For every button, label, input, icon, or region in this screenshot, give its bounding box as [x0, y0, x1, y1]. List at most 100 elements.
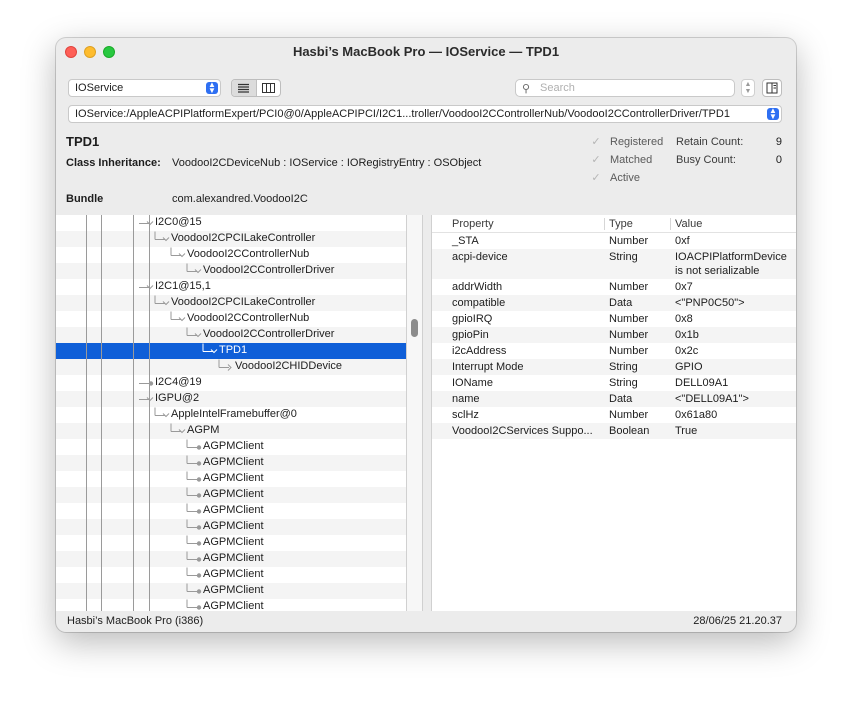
- property-name: addrWidth: [452, 281, 503, 293]
- column-header-property[interactable]: Property: [452, 218, 494, 230]
- property-value: 0xf: [675, 235, 690, 247]
- property-name: acpi-device: [452, 251, 508, 263]
- property-type: Data: [609, 297, 633, 309]
- properties-table[interactable]: Property Type Value _STA Number 0xf acpi-de…: [431, 215, 796, 611]
- property-row[interactable]: compatible Data <"PNP0C50">: [432, 295, 796, 311]
- busy-count: Busy Count: 0: [676, 154, 782, 166]
- checkmark-icon: ✓: [591, 172, 601, 184]
- retain-count-label: Retain Count:: [676, 136, 744, 148]
- property-row[interactable]: sclHz Number 0x61a80: [432, 407, 796, 423]
- search-input[interactable]: [540, 81, 710, 95]
- property-row[interactable]: Interrupt Mode String GPIO: [432, 359, 796, 375]
- property-row[interactable]: gpioPin Number 0x1b: [432, 327, 796, 343]
- property-type: Number: [609, 345, 649, 357]
- property-name: VoodooI2CServices Suppo...: [452, 425, 593, 437]
- column-view-icon[interactable]: [257, 80, 281, 96]
- title-bar: Hasbi’s MacBook Pro — IOService — TPD1: [56, 38, 796, 66]
- property-type: Number: [609, 409, 649, 421]
- search-icon: ⚲: [522, 83, 531, 95]
- path-select[interactable]: IOService:/AppleACPIPlatformExpert/PCI0@…: [68, 105, 782, 123]
- property-name: gpioPin: [452, 329, 489, 341]
- matched-label: Matched: [610, 154, 653, 166]
- column-header-value[interactable]: Value: [675, 218, 702, 230]
- property-value: <"DELL09A1">: [675, 393, 749, 405]
- property-name: i2cAddress: [452, 345, 507, 357]
- property-type: String: [609, 361, 638, 373]
- matched-checkbox: ✓ Matched: [590, 154, 652, 166]
- property-type: String: [609, 251, 638, 263]
- class-inheritance-label: Class Inheritance:: [66, 157, 161, 169]
- property-row[interactable]: _STA Number 0xf: [432, 233, 796, 249]
- property-row[interactable]: addrWidth Number 0x7: [432, 279, 796, 295]
- busy-count-label: Busy Count:: [676, 154, 736, 166]
- search-field[interactable]: ⚲: [515, 79, 735, 97]
- retain-count: Retain Count: 9: [676, 136, 782, 148]
- property-value: 0x2c: [675, 345, 699, 357]
- property-value: DELL09A1: [675, 377, 729, 389]
- bundle-label: Bundle: [66, 193, 104, 205]
- property-type: String: [609, 377, 638, 389]
- property-type: Number: [609, 281, 649, 293]
- plane-select-value: IOService: [75, 82, 124, 94]
- property-type: Number: [609, 313, 649, 325]
- checkmark-icon: ✓: [591, 136, 601, 148]
- property-row[interactable]: IOName String DELL09A1: [432, 375, 796, 391]
- property-type: Data: [609, 393, 633, 405]
- property-name: Interrupt Mode: [452, 361, 524, 373]
- column-header-type[interactable]: Type: [609, 218, 633, 230]
- property-value: 0x8: [675, 313, 693, 325]
- property-name: sclHz: [452, 409, 479, 421]
- status-machine: Hasbi’s MacBook Pro (i386): [67, 615, 204, 627]
- property-name: name: [452, 393, 480, 405]
- property-value: <"PNP0C50">: [675, 297, 745, 309]
- popup-arrows-icon: ▲ ▼: [767, 107, 779, 121]
- property-value-line2: is not serializable: [675, 265, 760, 277]
- checkmark-icon: ✓: [591, 154, 601, 166]
- busy-count-value: 0: [775, 154, 782, 166]
- property-type: Number: [609, 235, 649, 247]
- class-inheritance-value: VoodooI2CDeviceNub : IOService : IORegis…: [172, 157, 482, 169]
- property-row[interactable]: acpi-device String IOACPIPlatformDevice is …: [432, 249, 796, 279]
- property-value: GPIO: [675, 361, 703, 373]
- column-separator[interactable]: [670, 218, 671, 230]
- tree-scrollbar[interactable]: [407, 215, 423, 611]
- property-type: Number: [609, 329, 649, 341]
- column-separator[interactable]: [604, 218, 605, 230]
- property-value: 0x7: [675, 281, 693, 293]
- tree-connector-lines: [86, 215, 232, 611]
- property-value: 0x61a80: [675, 409, 718, 421]
- property-name: compatible: [452, 297, 506, 309]
- property-type: Boolean: [609, 425, 650, 437]
- path-value: IOService:/AppleACPIPlatformExpert/PCI0@…: [75, 108, 730, 120]
- property-row[interactable]: name Data <"DELL09A1">: [432, 391, 796, 407]
- view-mode-control[interactable]: [231, 79, 281, 97]
- status-timestamp: 28/06/25 21.20.37: [693, 615, 782, 627]
- list-view-icon[interactable]: [232, 80, 257, 96]
- property-row[interactable]: i2cAddress Number 0x2c: [432, 343, 796, 359]
- retain-count-value: 9: [775, 136, 782, 148]
- property-value: IOACPIPlatformDevice: [675, 251, 787, 263]
- property-name: _STA: [452, 235, 479, 247]
- registered-label: Registered: [610, 136, 664, 148]
- object-name: TPD1: [66, 134, 100, 149]
- scrollbar-thumb[interactable]: [411, 319, 418, 337]
- bundle-value: com.alexandred.VoodooI2C: [172, 193, 308, 205]
- plane-select[interactable]: IOService ▲ ▼: [68, 79, 221, 97]
- popup-arrows-icon: ▲ ▼: [206, 81, 218, 95]
- search-stepper[interactable]: ▲ ▼: [741, 79, 755, 97]
- property-value: 0x1b: [675, 329, 699, 341]
- property-row[interactable]: VoodooI2CServices Suppo... Boolean True: [432, 423, 796, 439]
- active-label: Active: [610, 172, 640, 184]
- property-name: IOName: [452, 377, 493, 389]
- registry-tree[interactable]: I2C0@15 VoodooI2CPCILakeController VoodooI…: [56, 215, 407, 611]
- active-checkbox: ✓ Active: [590, 172, 640, 184]
- inspector-icon: [766, 82, 778, 94]
- ioreg-window: Hasbi’s MacBook Pro — IOService — TPD1 I…: [56, 38, 796, 632]
- property-value: True: [675, 425, 698, 437]
- properties-header: Property Type Value: [432, 215, 796, 233]
- property-row[interactable]: gpioIRQ Number 0x8: [432, 311, 796, 327]
- property-name: gpioIRQ: [452, 313, 493, 325]
- registered-checkbox: ✓ Registered: [590, 136, 663, 148]
- window-title: Hasbi’s MacBook Pro — IOService — TPD1: [292, 44, 560, 59]
- inspector-button[interactable]: [762, 79, 782, 97]
